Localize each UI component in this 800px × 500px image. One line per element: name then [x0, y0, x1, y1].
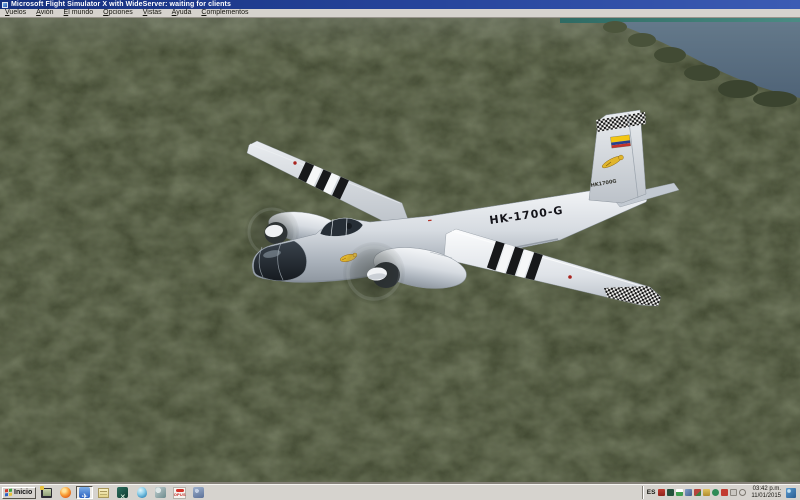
tray-icon-red[interactable] [658, 489, 665, 496]
fsx-window: Microsoft Flight Simulator X with WideSe… [0, 0, 800, 500]
window-title: Microsoft Flight Simulator X with WideSe… [11, 0, 231, 9]
airplane-icon [79, 487, 90, 498]
waterdrop-icon [137, 487, 147, 498]
clock[interactable]: 03:42 p.m. 11/01/2015 [749, 486, 783, 499]
taskbar-app-monitor[interactable] [38, 486, 55, 499]
taskbar-app-fsx[interactable] [76, 486, 93, 499]
tray-icon-redbox[interactable] [721, 489, 728, 496]
tray-icon-darkgreen[interactable] [667, 489, 674, 496]
clock-date: 11/01/2015 [751, 493, 781, 500]
colombian-flag [610, 135, 630, 148]
menu-complementos[interactable]: Complementos [201, 9, 248, 17]
fsx-app-icon [2, 2, 8, 8]
taskbar-app-waterdrop[interactable] [133, 486, 150, 499]
menu-el-mundo[interactable]: El mundo [64, 9, 94, 17]
gray-app-icon [155, 487, 166, 498]
tray-icon-multicolor[interactable] [694, 489, 701, 496]
start-button[interactable]: Inicio [2, 487, 36, 499]
port-red-roundel [293, 161, 296, 164]
windows-logo-icon [5, 489, 12, 497]
network-icon[interactable] [786, 488, 796, 498]
menu-bar: Vuelos Avión El mundo Opciones Vistas Ay… [0, 9, 800, 18]
menu-opciones[interactable]: Opciones [103, 9, 133, 17]
taskbar: Inicio OPUS ES [0, 484, 800, 500]
teal-app-icon [117, 487, 128, 498]
menu-vuelos[interactable]: Vuelos [5, 9, 26, 17]
taskbar-app-firefox[interactable] [57, 486, 74, 499]
system-tray: ES 03:42 p.m. 11/01/2015 [642, 486, 798, 499]
menu-vistas[interactable]: Vistas [143, 9, 162, 17]
tray-icon-blue[interactable] [685, 489, 692, 496]
taskbar-app-window[interactable] [95, 486, 112, 499]
scene-render: HK1700G HK-1700-G [0, 18, 800, 484]
starboard-red-roundel [568, 275, 572, 279]
tray-icons [658, 489, 746, 496]
tray-icon-volume[interactable] [739, 489, 746, 496]
tray-icon-greenwhite[interactable] [676, 489, 683, 496]
taskbar-app-teal[interactable] [114, 486, 131, 499]
taskbar-app-gray[interactable] [152, 486, 169, 499]
window-app-icon [98, 488, 109, 498]
monitor-icon [41, 488, 52, 498]
tail-fin: HK1700G [589, 110, 646, 203]
title-bar: Microsoft Flight Simulator X with WideSe… [0, 0, 800, 9]
tray-icon-gray[interactable] [730, 489, 737, 496]
taskbar-app-opus[interactable]: OPUS [171, 486, 188, 499]
menu-avion[interactable]: Avión [36, 9, 53, 17]
start-label: Inicio [14, 488, 32, 498]
firefox-icon [60, 487, 71, 498]
scene-viewport[interactable]: HK1700G HK-1700-G [0, 18, 800, 484]
taskbar-app-blue[interactable] [190, 486, 207, 499]
opus-icon: OPUS [173, 487, 186, 499]
language-indicator[interactable]: ES [647, 489, 656, 496]
blue-app-icon [193, 487, 204, 498]
tray-icon-green-circle[interactable] [712, 489, 719, 496]
opus-label: OPUS [174, 492, 186, 497]
menu-ayuda[interactable]: Ayuda [172, 9, 192, 17]
tray-icon-yellow[interactable] [703, 489, 710, 496]
